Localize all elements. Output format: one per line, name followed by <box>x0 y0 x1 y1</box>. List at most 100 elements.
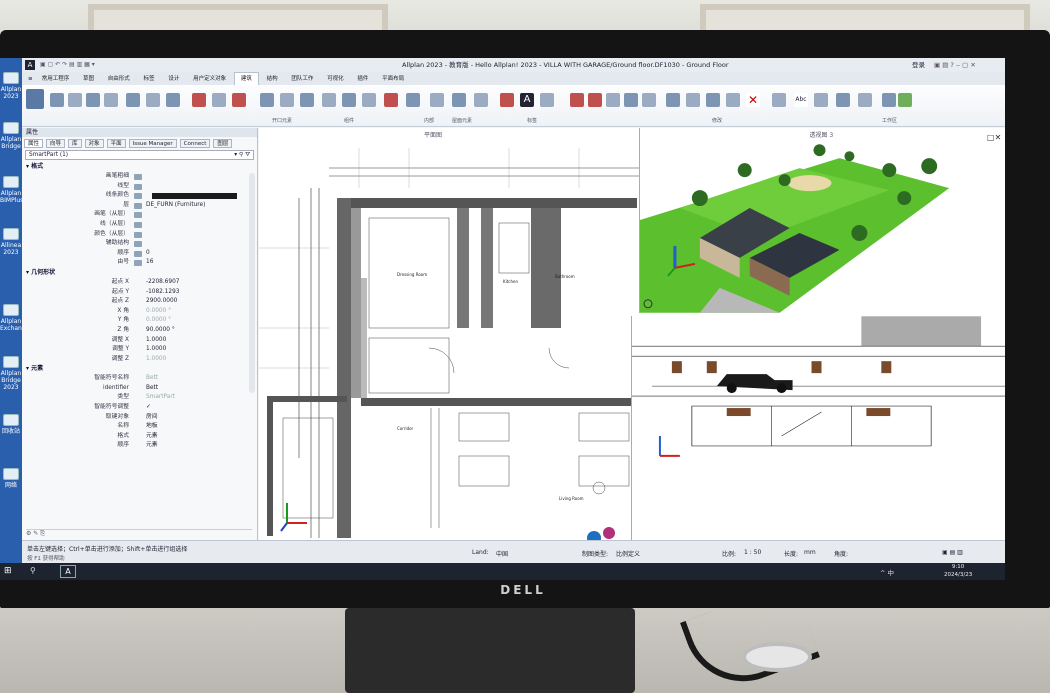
slab-tool-icon[interactable] <box>68 93 82 107</box>
panel-footer-icons[interactable]: ⚙ ✎ ⎘ <box>26 530 45 537</box>
color-swatch[interactable] <box>152 193 237 200</box>
desktop-icon[interactable]: 回收站 <box>0 414 22 435</box>
property-value[interactable]: 房间 <box>146 413 158 423</box>
property-row[interactable]: 名称 地板 <box>22 422 257 432</box>
component-tool-icon[interactable] <box>300 93 314 107</box>
property-row[interactable]: 格式 元素 <box>22 432 257 442</box>
property-value[interactable]: -2208.6907 <box>146 278 179 288</box>
login-link[interactable]: 登录 <box>912 58 925 72</box>
selection-dropdown[interactable]: SmartPart (1) ▾ ⚲ ⛛ <box>25 150 254 160</box>
length-unit[interactable]: mm <box>804 549 816 556</box>
modify-tool-icon[interactable] <box>686 93 700 107</box>
property-row[interactable]: identifier Bett <box>22 384 257 394</box>
property-row[interactable]: 调整 X 1.0000 <box>22 336 257 346</box>
opening-tool-icon[interactable] <box>126 93 140 107</box>
property-row[interactable]: 线型 <box>22 182 257 192</box>
door-tool-icon[interactable] <box>146 93 160 107</box>
panel-tab-issue-manager[interactable]: Issue Manager <box>128 139 177 148</box>
desktop-icon[interactable]: Allinea 2023 <box>0 228 22 256</box>
desktop-icon[interactable]: 网络 <box>0 468 22 489</box>
property-row[interactable]: 起点 Z 2900.0000 <box>22 297 257 307</box>
property-row[interactable]: 画笔粗细 <box>22 172 257 182</box>
label-tool-icon[interactable] <box>452 93 466 107</box>
workspace-tool-icon[interactable] <box>882 93 896 107</box>
v3d-tab-label[interactable]: 透视图 3 <box>810 131 834 139</box>
dormer-tool-icon[interactable] <box>384 93 398 107</box>
start-icon[interactable]: ⊞ <box>4 566 15 577</box>
quick-access-toolbar[interactable]: ▣ ▢ ↶ ↷ ▤ ▥ ▦ ▾ <box>40 58 95 72</box>
property-row[interactable]: 线条颜色 <box>22 191 257 201</box>
filter-icon[interactable] <box>858 93 872 107</box>
delete-icon[interactable]: ✕ <box>746 93 760 107</box>
land-value[interactable]: 中国 <box>496 549 508 558</box>
property-row[interactable]: 由号 16 <box>22 258 257 268</box>
workspace-tool-icon[interactable] <box>898 93 912 107</box>
section-geometry[interactable]: ▾ 几何形状 <box>22 268 257 278</box>
section-format[interactable]: ▾ 格式 <box>22 162 257 172</box>
system-tray[interactable]: ^ 中 <box>880 567 894 577</box>
panel-tab-properties[interactable]: 属性 <box>24 139 44 148</box>
plan-tab-label[interactable]: 平面图 <box>424 132 442 139</box>
property-row[interactable]: 起点 X -2208.6907 <box>22 278 257 288</box>
desktop-icon[interactable]: Allplan 2023 <box>0 72 22 100</box>
property-value[interactable]: 90.0000 ° <box>146 326 175 336</box>
component-tool-icon[interactable] <box>280 93 294 107</box>
roof-tool-icon[interactable] <box>342 93 356 107</box>
floor-plan-view[interactable]: 平面图 Dressing Room Kitchen Bathroom Corri… <box>259 128 639 540</box>
property-row[interactable]: 取键对象 房间 <box>22 413 257 423</box>
checkbox-icon[interactable] <box>134 212 142 219</box>
section-view[interactable] <box>631 316 1005 540</box>
property-value[interactable]: SmartPart <box>146 393 175 403</box>
smartpart-tool-icon[interactable] <box>192 93 206 107</box>
text-style-icon[interactable]: Abc <box>794 93 808 107</box>
modify-tool-icon[interactable] <box>570 93 584 107</box>
label-tool-icon[interactable] <box>474 93 488 107</box>
line-tool-icon[interactable] <box>500 93 514 107</box>
desktop-icon[interactable]: Allplan Bridge 2023 <box>0 356 22 391</box>
panel-tab-objects[interactable]: 对象 <box>84 139 104 148</box>
roof-tool-icon[interactable] <box>322 93 336 107</box>
workspace-tool-icon[interactable] <box>772 93 786 107</box>
property-row[interactable]: 线（从层） <box>22 220 257 230</box>
modify-tool-icon[interactable] <box>606 93 620 107</box>
column-tool-icon[interactable] <box>86 93 100 107</box>
workspace-tool-icon[interactable] <box>814 93 828 107</box>
perspective-3d-view[interactable]: 透视图 3 □✕ <box>639 128 1005 313</box>
modify-tool-icon[interactable] <box>642 93 656 107</box>
property-row[interactable]: 起点 Y -1082.1293 <box>22 288 257 298</box>
desktop-icon[interactable]: Allplan Exchange <box>0 304 29 332</box>
property-value[interactable]: Bett <box>146 374 158 384</box>
panel-tab-connect[interactable]: Connect <box>179 139 211 148</box>
property-value[interactable]: 1.0000 <box>146 355 166 365</box>
checkbox-icon[interactable] <box>134 221 142 228</box>
checkbox[interactable]: ✓ <box>146 403 151 413</box>
property-value[interactable]: Bett <box>146 384 158 394</box>
property-value[interactable]: 1.0000 <box>146 345 166 355</box>
roof-tool-icon[interactable] <box>362 93 376 107</box>
property-row[interactable]: 类型 SmartPart <box>22 393 257 403</box>
workspace-tool-icon[interactable] <box>836 93 850 107</box>
property-value[interactable]: 2900.0000 <box>146 297 177 307</box>
panel-tab-library[interactable]: 库 <box>68 139 82 148</box>
panel-footer-toolbar[interactable]: ⚙ ✎ ⎘ <box>26 529 252 538</box>
taskbar-app-allplan[interactable]: A <box>60 565 76 578</box>
property-value[interactable]: 0.0000 ° <box>146 316 171 326</box>
panel-tab-layers[interactable]: 图层 <box>213 139 233 148</box>
window-controls[interactable]: ▣ ▤ ? ‒ ▢ ✕ <box>934 58 976 72</box>
property-row[interactable]: X 角 0.0000 ° <box>22 307 257 317</box>
edit-tool-icon[interactable] <box>232 93 246 107</box>
property-row[interactable]: 颜色（从层） <box>22 230 257 240</box>
property-value[interactable]: 元素 <box>146 441 158 451</box>
modify-tool-icon[interactable] <box>624 93 638 107</box>
property-row[interactable]: 调整 Y 1.0000 <box>22 345 257 355</box>
property-row[interactable]: 层 DE_FURN (Furniture) <box>22 201 257 211</box>
checkbox-icon[interactable] <box>134 231 142 238</box>
status-icons[interactable]: ▣ ▤ ▥ <box>942 549 963 556</box>
modify-tool-icon[interactable] <box>588 93 602 107</box>
property-value[interactable]: -1082.1293 <box>146 288 179 298</box>
panel-scrollbar[interactable] <box>249 173 255 393</box>
property-row[interactable]: 辅助结构 <box>22 239 257 249</box>
ribbon-tab-active[interactable]: 建筑 <box>233 72 259 86</box>
dimension-tool-icon[interactable] <box>540 93 554 107</box>
desktop-icon[interactable]: Allplan BIMPlus <box>0 176 23 204</box>
